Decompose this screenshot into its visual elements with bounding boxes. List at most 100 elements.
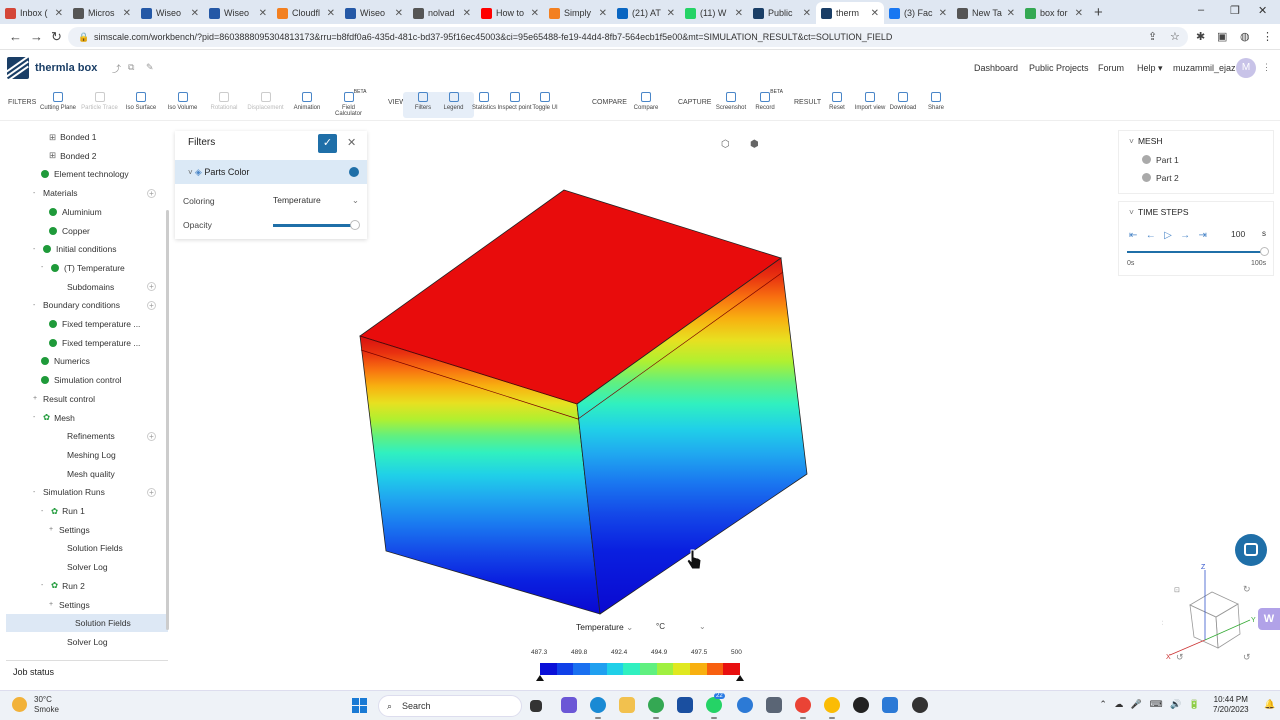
browser-tab[interactable]: therm ✕ [816, 2, 884, 24]
legend-min-handle[interactable] [536, 675, 544, 681]
parts-cube-icon[interactable]: ⬢ [750, 139, 759, 150]
tab-close-icon[interactable]: ✕ [667, 8, 675, 19]
project-name[interactable]: thermla box [35, 62, 97, 74]
browser-tab[interactable]: Simply ✕ [544, 2, 612, 24]
coloring-select[interactable]: Temperature ⌄ [273, 195, 359, 205]
tree-item-solution-fields[interactable]: Solution Fields [67, 539, 123, 557]
tree-item-mesh[interactable]: - ✿ Mesh [33, 409, 75, 427]
minimize-icon[interactable]: – [1198, 4, 1204, 16]
restore-icon[interactable]: ❐ [1230, 4, 1240, 17]
avatar[interactable]: M [1236, 58, 1256, 78]
parts-color-row[interactable]: ˅ ◈ Parts Color [175, 160, 367, 184]
tab-close-icon[interactable]: ✕ [599, 8, 607, 19]
tree-item-run-2[interactable]: - ✿ Run 2 [41, 577, 85, 595]
rotate-down-icon[interactable]: ↺ [1176, 652, 1184, 662]
url-bar[interactable]: 🔒 simscale.com/workbench/?pid=8603888095… [68, 27, 1188, 47]
expand-icon[interactable]: + [49, 526, 55, 533]
tab-close-icon[interactable]: ✕ [803, 8, 811, 19]
tab-close-icon[interactable]: ✕ [395, 8, 403, 19]
toolbar-button-compare[interactable]: Compare [626, 92, 666, 111]
copy-project-icon[interactable]: ⧉ [128, 62, 134, 73]
photos-icon[interactable] [882, 697, 898, 713]
browser-tab[interactable]: (21) AT ✕ [612, 2, 680, 24]
add-icon[interactable]: + [147, 487, 156, 497]
opacity-slider[interactable] [273, 220, 360, 230]
browser-tab[interactable]: (3) Fac ✕ [884, 2, 952, 24]
tab-close-icon[interactable]: ✕ [871, 8, 879, 19]
chrome-icon[interactable] [795, 697, 811, 719]
play-icon[interactable]: ▷ [1164, 230, 1172, 241]
media-player-icon[interactable] [853, 697, 869, 713]
nav-help[interactable]: Help ▾ [1137, 63, 1163, 74]
time-steps-header[interactable]: ˅ TIME STEPS [1119, 202, 1273, 222]
notepad-icon[interactable] [766, 697, 782, 713]
sidebar-icon[interactable]: ▣ [1217, 30, 1227, 43]
add-icon[interactable]: + [147, 282, 156, 292]
forward-icon[interactable]: → [30, 29, 43, 44]
toolbar-button-iso-volume[interactable]: Iso Volume [163, 92, 203, 111]
tree-item-simulation-control[interactable]: Simulation control [41, 371, 122, 389]
last-step-icon[interactable]: ⇥ [1198, 230, 1206, 241]
tab-close-icon[interactable]: ✕ [123, 8, 131, 19]
tree-item-solution-fields[interactable]: Solution Fields [6, 614, 168, 633]
tree-item-solver-log[interactable]: Solver Log [67, 633, 108, 651]
extensions-icon[interactable]: ✱ [1196, 30, 1205, 43]
profile-icon[interactable]: ◍ [1240, 30, 1250, 43]
toolbar-button-cutting-plane[interactable]: Cutting Plane [38, 92, 78, 111]
tree-item-solver-log[interactable]: Solver Log [67, 558, 108, 576]
browser-tab[interactable]: Wiseo ✕ [340, 2, 408, 24]
browser-tab[interactable]: Cloudfl ✕ [272, 2, 340, 24]
extension-w-icon[interactable]: W [1258, 608, 1280, 630]
browser-tab[interactable]: Wiseo ✕ [136, 2, 204, 24]
collapse-icon[interactable]: - [33, 190, 39, 197]
add-icon[interactable]: + [147, 431, 156, 441]
browser-tab[interactable]: New Ta ✕ [952, 2, 1020, 24]
tree-item-materials[interactable]: - Materials + [33, 184, 156, 202]
chrome-active-icon[interactable] [824, 697, 840, 719]
tree-item-fixed-temperature[interactable]: Fixed temperature ... [49, 315, 140, 333]
tree-item-subdomains[interactable]: Subdomains + [67, 278, 156, 296]
mesh-panel-header[interactable]: ˅ MESH [1119, 131, 1273, 151]
job-status-bar[interactable]: Job status [6, 660, 168, 684]
close-icon[interactable]: ✕ [347, 136, 356, 149]
close-window-icon[interactable]: ✕ [1258, 4, 1267, 17]
temperature-result-model[interactable] [355, 188, 815, 618]
mesh-part-item[interactable]: Part 2 [1119, 169, 1273, 187]
toolbar-button-toggle-ui[interactable]: Toggle UI [525, 92, 565, 111]
tree-item-simulation-runs[interactable]: - Simulation Runs + [33, 483, 156, 501]
file-explorer-icon[interactable] [619, 697, 635, 713]
legend-title[interactable]: Temperature ⌄ [576, 622, 633, 633]
tab-close-icon[interactable]: ✕ [735, 8, 743, 19]
tab-close-icon[interactable]: ✕ [463, 8, 471, 19]
tree-item-meshing-log[interactable]: Meshing Log [67, 446, 116, 464]
next-step-icon[interactable]: → [1180, 230, 1190, 241]
tree-item-bonded-1[interactable]: ⊞ Bonded 1 [49, 128, 97, 146]
time-slider[interactable] [1127, 247, 1269, 256]
tab-close-icon[interactable]: ✕ [1007, 8, 1015, 19]
tree-item-bonded-2[interactable]: ⊞ Bonded 2 [49, 147, 97, 165]
mesh-part-item[interactable]: Part 1 [1119, 151, 1273, 169]
rotate-left-icon[interactable]: ‹ [1162, 617, 1163, 627]
expand-icon[interactable]: + [49, 601, 55, 608]
rotate-cw-icon[interactable]: ↻ [1243, 584, 1251, 594]
add-icon[interactable]: + [147, 188, 156, 198]
toolbar-button-animation[interactable]: Animation [287, 92, 327, 111]
time-step-input[interactable]: 100 [1231, 229, 1245, 239]
chevron-down-icon[interactable]: ⌄ [1210, 667, 1218, 672]
share-icon[interactable]: ⇪ [1148, 30, 1157, 43]
tree-item-refinements[interactable]: Refinements + [67, 427, 156, 445]
whatsapp-icon[interactable] [706, 697, 722, 719]
tab-close-icon[interactable]: ✕ [259, 8, 267, 19]
task-view-icon[interactable] [530, 700, 542, 712]
obs-icon[interactable] [912, 697, 928, 713]
toolbar-button-iso-surface[interactable]: Iso Surface [121, 92, 161, 111]
store-icon[interactable] [677, 697, 693, 713]
tree-item-numerics[interactable]: Numerics [41, 352, 90, 370]
browser-menu-icon[interactable]: ⋮ [1262, 30, 1273, 43]
toolbar-button-field-calculator[interactable]: Field Calculator BETA [329, 89, 369, 117]
previous-step-icon[interactable]: ← [1146, 230, 1156, 241]
tab-close-icon[interactable]: ✕ [1075, 8, 1083, 19]
collapse-icon[interactable]: - [33, 246, 39, 253]
tree-item-initial-conditions[interactable]: - Initial conditions [33, 240, 116, 258]
tab-close-icon[interactable]: ✕ [55, 8, 63, 19]
